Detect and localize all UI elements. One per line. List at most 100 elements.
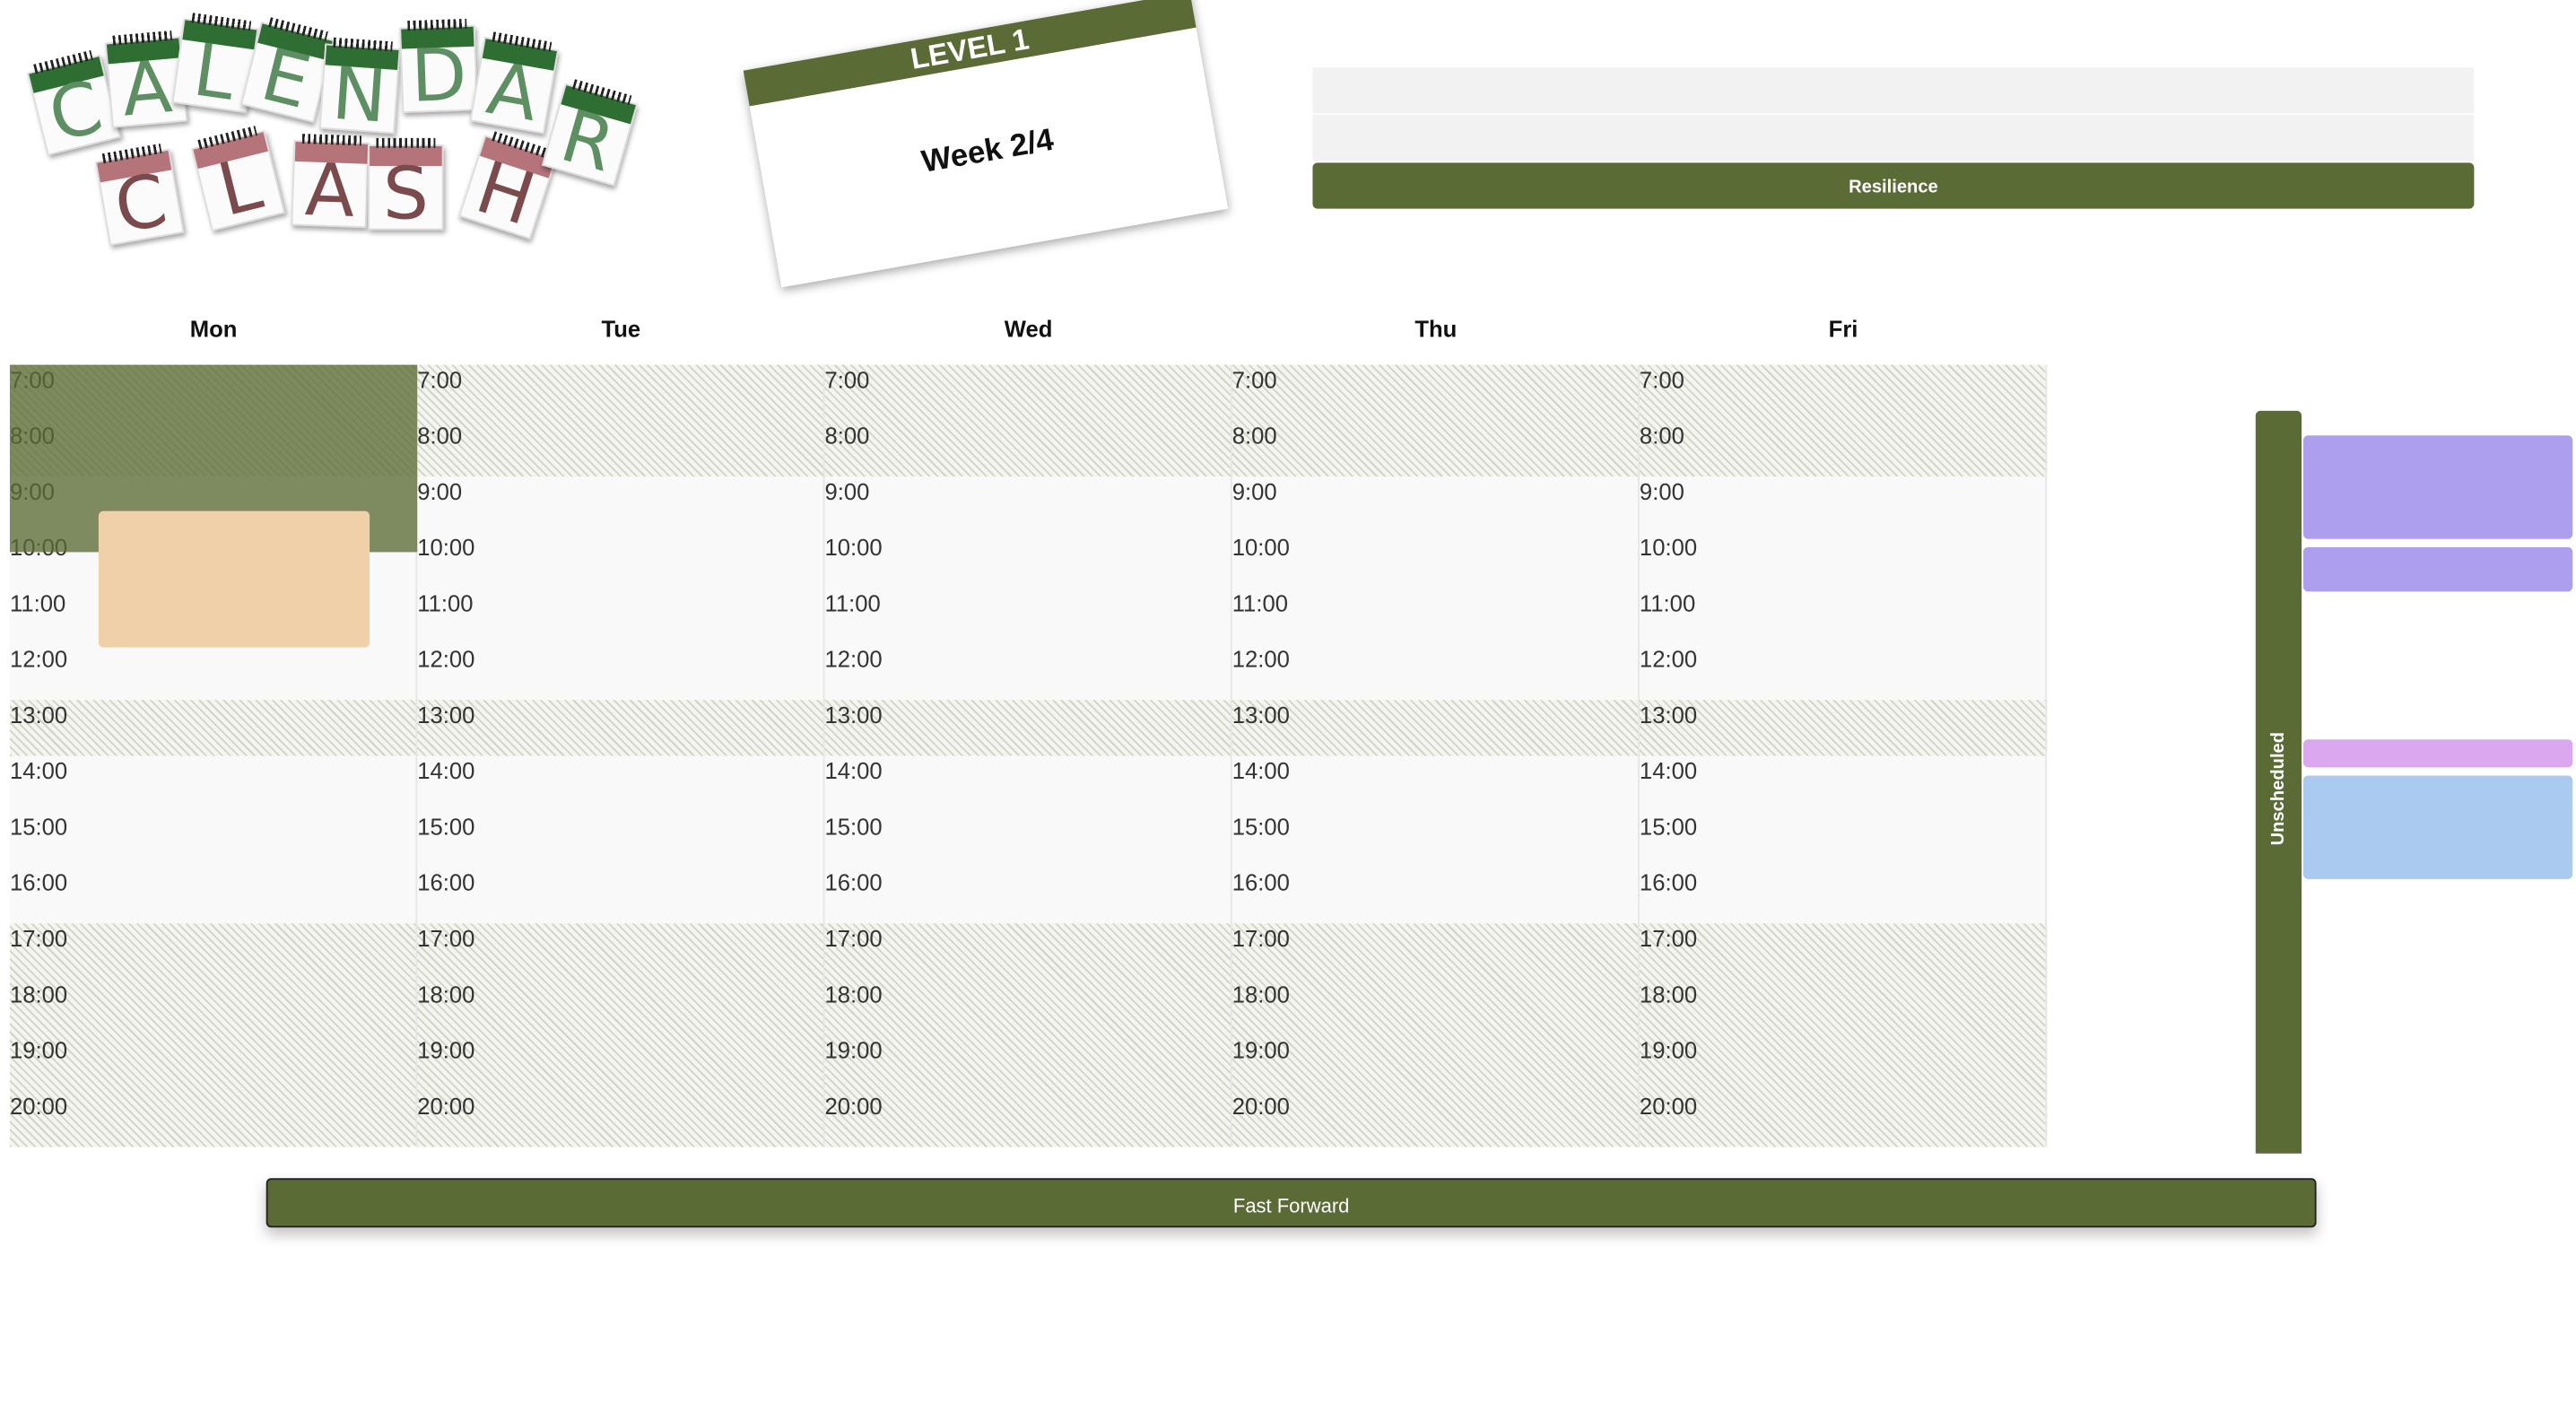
time-slot-label: 18:00 xyxy=(824,981,883,1007)
time-slot-label: 10:00 xyxy=(824,534,883,561)
logo-bottom-letter-tile: S xyxy=(368,137,444,237)
time-slot-label: 16:00 xyxy=(417,868,475,896)
time-slot-label: 8:00 xyxy=(417,422,463,449)
logo-top-letter-tile: N xyxy=(318,37,401,140)
logo-letter: D xyxy=(409,33,468,119)
time-slot-label: 20:00 xyxy=(1639,1093,1698,1120)
level-card: LEVEL 1 Week 2/4 xyxy=(743,0,1229,288)
resilience-button[interactable]: Resilience xyxy=(1312,162,2475,209)
time-slot-label: 15:00 xyxy=(824,813,883,840)
time-slot-label: 16:00 xyxy=(1639,868,1698,896)
unscheduled-task[interactable] xyxy=(2302,546,2573,592)
time-slot-label: 8:00 xyxy=(1639,422,1684,449)
logo-bottom-letter-tile: L xyxy=(191,126,285,234)
resilience-meter-bar xyxy=(1312,67,2475,114)
time-slot-label: 20:00 xyxy=(417,1093,475,1120)
logo-bottom-letter-tile: H xyxy=(458,131,557,243)
time-slot-label: 12:00 xyxy=(1231,645,1290,673)
time-slot-label: 19:00 xyxy=(824,1036,883,1064)
time-slot-label: 18:00 xyxy=(9,981,68,1007)
unscheduled-task[interactable] xyxy=(2302,739,2573,768)
column-divider xyxy=(2045,364,2048,1147)
time-slot-label: 14:00 xyxy=(9,757,68,784)
time-slot-label: 15:00 xyxy=(9,813,68,840)
logo-top-letter-tile: A xyxy=(469,31,560,139)
fast-forward-button[interactable]: Fast Forward xyxy=(265,1178,2317,1228)
time-slot-label: 11:00 xyxy=(1231,589,1288,616)
logo-bottom-letter-tile: A xyxy=(291,134,370,235)
unscheduled-task[interactable] xyxy=(2302,775,2573,879)
unavailable-lunch xyxy=(9,700,2048,756)
resilience-meter-bar xyxy=(1312,115,2475,161)
scheduled-event-block[interactable] xyxy=(98,510,370,648)
time-slot-label: 14:00 xyxy=(417,757,475,784)
time-slot-label: 19:00 xyxy=(9,1036,68,1064)
time-slot-label: 19:00 xyxy=(1231,1036,1290,1064)
time-slot-label: 7:00 xyxy=(824,366,870,393)
time-slot-label: 17:00 xyxy=(9,925,68,952)
time-slot-label: 20:00 xyxy=(1231,1093,1290,1120)
time-slot-label: 12:00 xyxy=(9,645,68,673)
day-header-mon: Mon xyxy=(189,315,238,342)
time-slot-label: 16:00 xyxy=(9,868,68,896)
time-slot-label: 17:00 xyxy=(417,925,475,952)
logo-top-letter-tile: R xyxy=(541,79,639,189)
time-slot-label: 8:00 xyxy=(824,422,870,449)
time-slot-label: 15:00 xyxy=(417,813,475,840)
time-slot-label: 12:00 xyxy=(824,645,883,673)
time-slot-label: 14:00 xyxy=(1231,757,1290,784)
level-banner: LEVEL 1 xyxy=(743,0,1197,107)
time-slot-label: 14:00 xyxy=(1639,757,1698,784)
day-headers: Mon Tue Wed Thu Fri xyxy=(10,316,2047,349)
logo-letter: H xyxy=(466,145,544,243)
time-slot-label: 17:00 xyxy=(1231,925,1290,952)
time-slot-label: 11:00 xyxy=(9,589,66,616)
time-slot-label: 16:00 xyxy=(1231,868,1290,896)
time-slot-label: 8:00 xyxy=(1231,422,1277,449)
time-slot-label: 12:00 xyxy=(1639,645,1698,673)
week-indicator: Week 2/4 xyxy=(918,123,1057,181)
day-header-thu: Thu xyxy=(1414,315,1458,342)
logo-letter: C xyxy=(109,159,173,250)
time-slot-label: 11:00 xyxy=(1639,589,1696,616)
time-slot-label: 7:00 xyxy=(1639,366,1684,393)
time-slot-label: 9:00 xyxy=(1231,477,1277,505)
logo-letter: S xyxy=(382,153,429,237)
time-slot-label: 7:00 xyxy=(1231,366,1277,393)
time-slot-label: 17:00 xyxy=(1639,925,1698,952)
time-slot-label: 11:00 xyxy=(417,589,474,616)
game-stage: CLASHCALENDAR LEVEL 1 Week 2/4 Resilienc… xyxy=(0,0,2576,1413)
binder-rings-icon xyxy=(407,18,467,31)
time-slot-label: 19:00 xyxy=(1639,1036,1698,1064)
time-slot-label: 15:00 xyxy=(1231,813,1290,840)
unscheduled-label: Unscheduled xyxy=(2268,731,2289,846)
time-slot-label: 19:00 xyxy=(417,1036,475,1064)
logo-letter: A xyxy=(303,148,357,235)
time-slot-label: 12:00 xyxy=(417,645,475,673)
time-slot-label: 18:00 xyxy=(417,981,475,1007)
day-header-fri: Fri xyxy=(1828,315,1858,342)
time-slot-label: 20:00 xyxy=(9,1093,68,1120)
logo-letter: C xyxy=(40,65,111,160)
time-slot-label: 16:00 xyxy=(824,868,883,896)
time-slot-label: 9:00 xyxy=(417,477,463,505)
time-slot-label: 13:00 xyxy=(9,702,68,728)
time-slot-label: 7:00 xyxy=(417,366,463,393)
time-slot-label: 11:00 xyxy=(824,589,881,616)
day-header-tue: Tue xyxy=(601,315,641,342)
logo-letter: E xyxy=(253,33,318,126)
time-slot-label: 9:00 xyxy=(1639,477,1684,505)
calendar-clash-logo: CLASHCALENDAR xyxy=(0,0,690,279)
time-slot-label: 15:00 xyxy=(1639,813,1698,840)
logo-letter: R xyxy=(552,94,624,189)
logo-top-letter-tile: D xyxy=(399,18,478,119)
logo-letter: L xyxy=(210,142,270,234)
time-slot-label: 18:00 xyxy=(1231,981,1290,1007)
logo-bottom-letter-tile: C xyxy=(94,143,185,250)
time-slot-label: 13:00 xyxy=(1639,702,1698,728)
time-slot-label: 20:00 xyxy=(824,1093,883,1120)
unscheduled-task[interactable] xyxy=(2302,435,2573,539)
unavailable-evening xyxy=(9,923,2048,1147)
time-slot-label: 10:00 xyxy=(417,534,475,561)
logo-letter: A xyxy=(481,47,545,139)
